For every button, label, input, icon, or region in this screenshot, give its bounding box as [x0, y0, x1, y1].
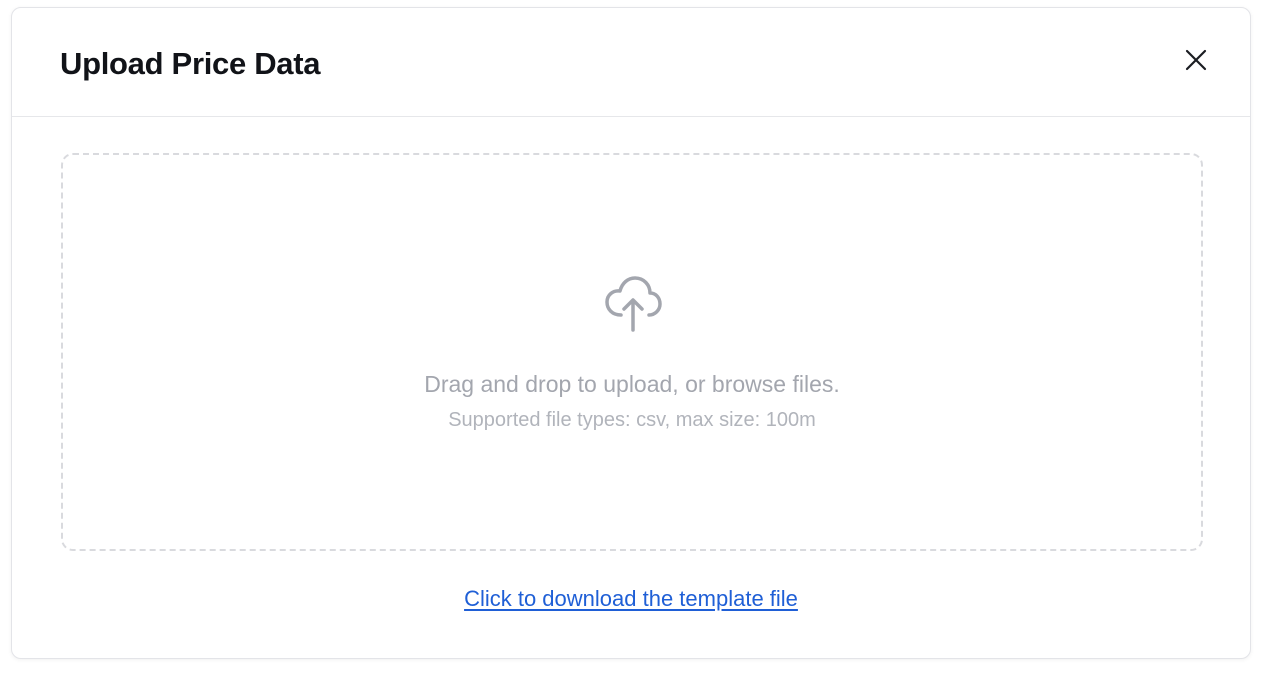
dropzone-primary-text: Drag and drop to upload, or browse files… [424, 371, 840, 397]
file-dropzone[interactable]: Drag and drop to upload, or browse files… [61, 153, 1203, 551]
close-icon [1185, 49, 1207, 71]
template-link-container: Click to download the template file [12, 584, 1250, 614]
close-button[interactable] [1180, 44, 1212, 76]
dialog-title: Upload Price Data [60, 46, 321, 81]
dialog-header: Upload Price Data [12, 8, 1250, 117]
cloud-upload-icon [605, 276, 662, 332]
dropzone-supported-types: Supported file types: csv, max size: 100… [448, 409, 816, 431]
download-template-link[interactable]: Click to download the template file [464, 586, 798, 611]
upload-dialog: Upload Price Data Drag and drop to uploa… [11, 7, 1251, 659]
